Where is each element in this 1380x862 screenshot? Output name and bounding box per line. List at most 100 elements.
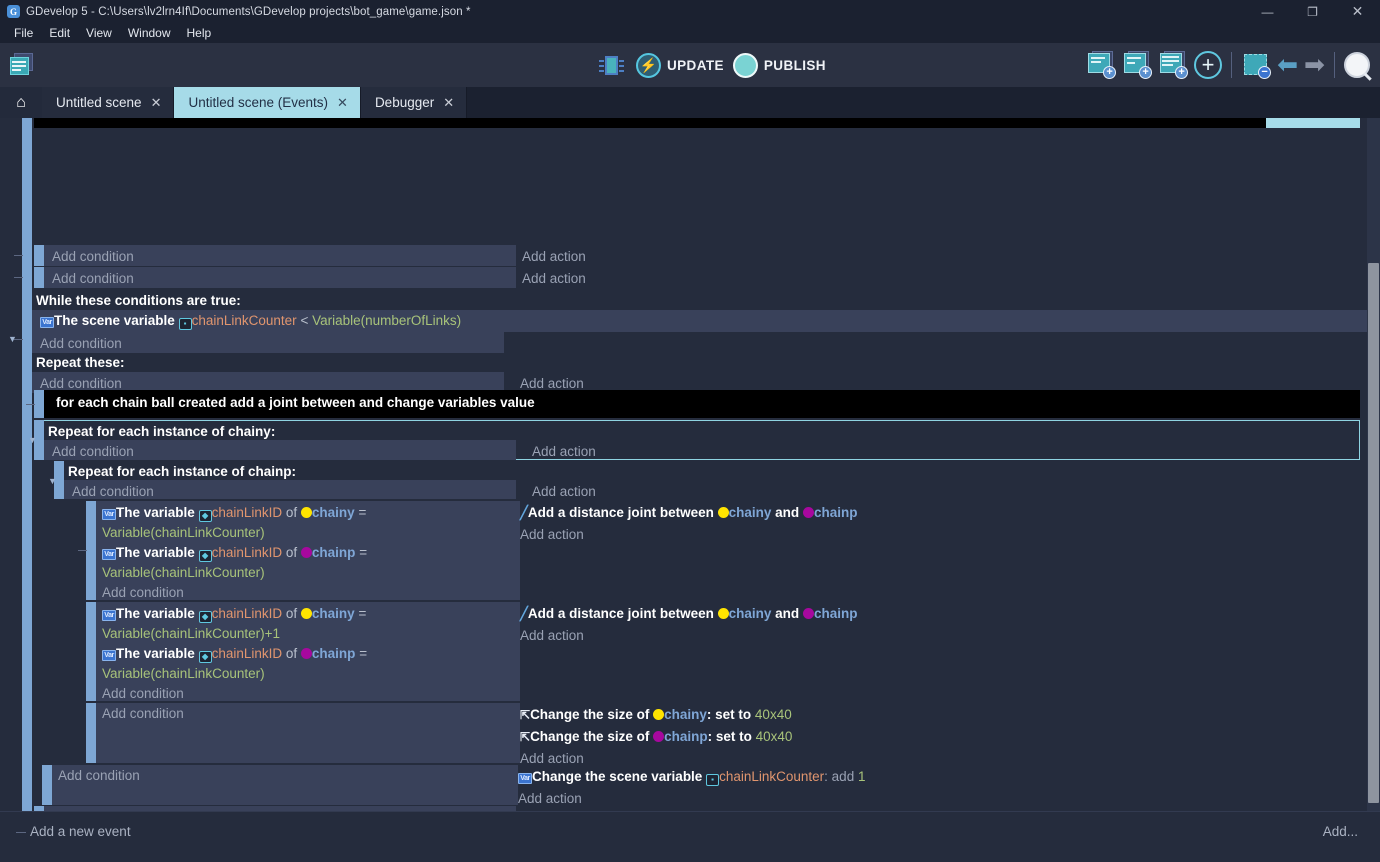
tab-label: Untitled scene [56,95,142,110]
subevent-joint-1[interactable]: VarThe variable ◆chainLinkID of chainy =… [86,501,1360,600]
add-condition-cell[interactable]: Add condition [96,703,520,725]
condition-group[interactable]: VarThe variable ◆chainLinkID of chainy =… [96,602,520,701]
while-event[interactable]: While these conditions are true: VarThe … [22,289,1360,389]
add-condition-cell[interactable]: Add condition [44,267,516,288]
action-group[interactable]: ╱Add a distance joint between chainy and… [520,501,1360,546]
add-action-cell[interactable]: Add action [518,267,586,290]
menu-item-edit[interactable]: Edit [41,23,78,43]
tab-untitled-scene-events[interactable]: Untitled scene (Events) ✕ [174,87,360,118]
collapse-toggle-icon[interactable]: ▼ [28,435,37,445]
undo-icon[interactable]: ⬅ [1277,53,1298,77]
add-action-cell[interactable]: Add action [528,440,596,463]
condition-group[interactable]: VarThe variable ◆chainLinkID of chainy =… [96,501,520,600]
subevent-joint-2[interactable]: VarThe variable ◆chainLinkID of chainy =… [86,602,1360,701]
while-condition-row[interactable]: VarThe scene variable ▪chainLinkCounter … [32,310,1370,332]
condition-chainp-id[interactable]: VarThe variable ◆chainLinkID of chainp =… [96,643,520,683]
add-external-layout-icon[interactable]: + [1122,51,1152,79]
toolbar-divider [1231,52,1232,78]
add-condition-cell[interactable]: Add condition [96,683,520,705]
action-group[interactable]: ╱Add a distance joint between chainy and… [520,602,1360,647]
search-magnifier-icon[interactable] [1344,52,1370,78]
variable-badge-icon: Var [102,509,116,520]
add-more-button[interactable]: Add... [1323,824,1358,839]
event-row[interactable]: Add condition [32,332,504,353]
condition-group[interactable]: Add condition [52,765,518,805]
add-condition-cell[interactable]: Add condition [64,480,516,499]
add-condition-cell[interactable]: Add condition [44,245,516,266]
redo-icon[interactable]: ➡ [1304,53,1325,77]
add-condition-cell[interactable]: Add condition [52,765,518,787]
action-change-size-chainy[interactable]: ⇱Change the size of chainy: set to 40x40 [520,703,1360,726]
comment-top-cutoff-accent [1266,118,1360,128]
action-group[interactable]: ⇱Change the size of chainy: set to 40x40… [520,703,1360,770]
minimize-button[interactable]: — [1245,0,1290,23]
add-scene-icon[interactable]: + [1086,51,1116,79]
add-new-event-button[interactable]: Add a new event [30,824,131,839]
menu-item-window[interactable]: Window [120,23,179,43]
chainp-object-icon [803,608,814,619]
action-group[interactable]: VarChange the scene variable ▪chainLinkC… [518,765,1358,810]
subevent-change-size[interactable]: Add condition ⇱Change the size of chainy… [86,703,1360,763]
tab-label: Untitled scene (Events) [188,95,328,110]
action-change-size-chainp[interactable]: ⇱Change the size of chainp: set to 40x40 [520,726,1360,748]
window-title: GDevelop 5 - C:\Users\lv2lrn4If\Document… [26,6,471,18]
close-icon[interactable]: ✕ [151,95,162,111]
home-icon: ⌂ [16,94,26,112]
events-sheet[interactable]: Add condition Add action Add condition A… [0,118,1380,811]
close-button[interactable]: ✕ [1335,0,1380,23]
close-icon[interactable]: ✕ [443,95,454,111]
repeat-chainp-event[interactable]: Repeat for each instance of chainp: Add … [54,461,1360,499]
event-row[interactable]: Add condition Add action [34,267,1360,288]
comment-text[interactable]: for each chain ball created add a joint … [44,390,1360,418]
vertical-scrollbar[interactable] [1367,118,1380,811]
variable-type-icon: ◆ [199,510,212,522]
tab-untitled-scene[interactable]: Untitled scene ✕ [42,87,174,118]
condition-chainy-id-plus1[interactable]: VarThe variable ◆chainLinkID of chainy =… [96,602,520,643]
event-row[interactable]: Add condition Add action [34,245,1360,266]
condition-chainp-id[interactable]: VarThe variable ◆chainLinkID of chainp =… [96,542,520,582]
action-change-scene-variable[interactable]: VarChange the scene variable ▪chainLinkC… [518,765,1358,787]
project-manager-icon[interactable] [9,53,35,77]
tab-debugger[interactable]: Debugger ✕ [361,87,467,118]
condition-chainy-id[interactable]: VarThe variable ◆chainLinkID of chainy =… [96,501,520,542]
add-icon[interactable]: + [1194,51,1222,79]
maximize-button[interactable]: ❐ [1290,0,1335,23]
preview-cpu-icon[interactable] [598,53,625,78]
events-footer: Add a new event Add... [0,811,1380,851]
joint-icon: ╱ [520,606,528,621]
event-row[interactable]: Add condition Add action [64,480,1360,499]
update-button[interactable]: ⚡ UPDATE [636,53,724,78]
scrollbar-thumb[interactable] [1368,263,1379,803]
collapse-toggle-icon[interactable]: ▼ [48,476,57,486]
resize-icon: ⇱ [520,730,530,744]
menu-item-view[interactable]: View [78,23,120,43]
action-distance-joint[interactable]: ╱Add a distance joint between chainy and… [520,501,1360,523]
add-action-cell[interactable]: Add action [528,480,596,503]
condition-group[interactable]: Add condition [96,703,520,763]
action-distance-joint[interactable]: ╱Add a distance joint between chainy and… [520,602,1360,624]
menu-item-file[interactable]: File [6,23,41,43]
repeat-chainy-event[interactable]: Repeat for each instance of chainy: Add … [34,420,1360,460]
variable-badge-icon: Var [102,610,116,621]
add-action-cell[interactable]: Add action [520,523,1360,546]
subevent-change-variable[interactable]: Add condition VarChange the scene variab… [42,765,1360,805]
add-external-events-icon[interactable]: + [1158,51,1188,79]
tree-connector [14,277,23,278]
publish-button[interactable]: PUBLISH [733,53,826,78]
remove-object-icon[interactable]: − [1241,51,1271,79]
event-row[interactable]: Add condition Add action [44,440,1360,460]
add-action-cell[interactable]: Add action [518,245,586,268]
chainp-object-icon [301,547,312,558]
resize-icon: ⇱ [520,708,530,722]
add-condition-cell[interactable]: Add condition [96,582,520,604]
add-condition-cell[interactable]: Add condition [44,440,516,460]
home-tab[interactable]: ⌂ [0,87,42,118]
add-action-cell[interactable]: Add action [520,624,1360,647]
menu-item-help[interactable]: Help [179,23,220,43]
comparison-operator: < [300,313,308,328]
update-bolt-icon: ⚡ [636,53,661,78]
comment-event[interactable]: for each chain ball created add a joint … [34,390,1360,418]
close-icon[interactable]: ✕ [337,95,348,111]
add-condition-cell[interactable]: Add condition [32,332,504,353]
tab-label: Debugger [375,95,434,110]
